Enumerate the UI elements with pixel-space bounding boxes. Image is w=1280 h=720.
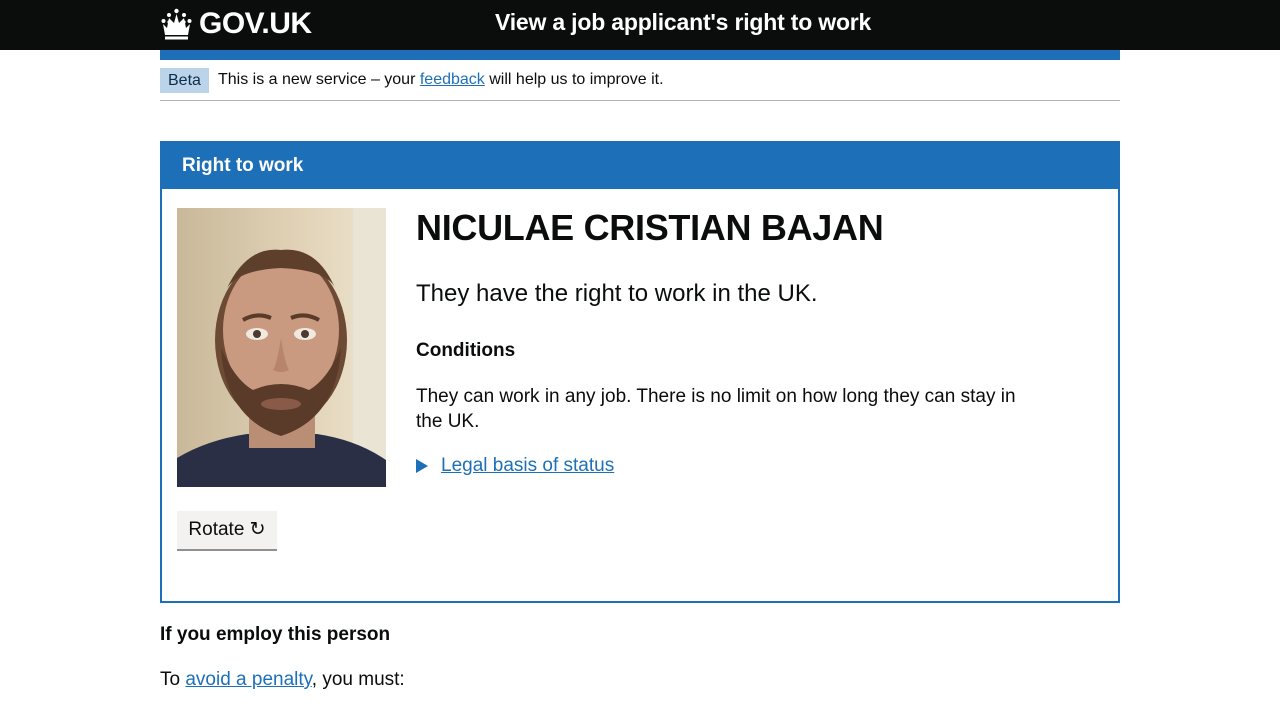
employ-text: To avoid a penalty, you must: — [160, 669, 405, 691]
legal-basis-details[interactable]: Legal basis of status — [416, 455, 614, 477]
avoid-penalty-link[interactable]: avoid a penalty — [185, 669, 311, 690]
right-to-work-status: They have the right to work in the UK. — [416, 280, 818, 307]
applicant-name: NICULAE CRISTIAN BAJAN — [416, 207, 884, 248]
portrait-image — [177, 208, 386, 487]
logo-text: GOV.UK — [199, 7, 312, 40]
crown-icon — [161, 8, 192, 40]
conditions-text: They can work in any job. There is no li… — [416, 386, 1016, 432]
phase-banner-text: This is a new service – your feedback wi… — [218, 70, 664, 90]
employ-heading: If you employ this person — [160, 624, 391, 645]
phase-text-before: This is a new service – your — [218, 71, 416, 88]
legal-basis-link[interactable]: Legal basis of status — [441, 455, 614, 477]
feedback-link[interactable]: feedback — [420, 71, 485, 88]
phase-text-after: will help us to improve it. — [489, 71, 664, 88]
site-header: GOV.UK View a job applicant's right to w… — [0, 0, 1280, 50]
phase-tag: Beta — [160, 68, 209, 93]
employ-text-after: , you must: — [311, 669, 405, 690]
phase-banner: Beta This is a new service – your feedba… — [160, 66, 1120, 101]
right-to-work-card: Right to work Rotate ↻ NICULAE CRISTIAN … — [160, 141, 1120, 603]
header-stripe — [160, 50, 1120, 60]
conditions-heading: Conditions — [416, 340, 516, 361]
card-heading: Right to work — [162, 143, 1118, 189]
employ-text-before: To — [160, 669, 181, 690]
triangle-right-icon[interactable] — [416, 459, 428, 473]
applicant-photo — [177, 208, 386, 487]
rotate-button[interactable]: Rotate ↻ — [177, 511, 277, 551]
service-name[interactable]: View a job applicant's right to work — [495, 9, 871, 36]
govuk-logo-link[interactable]: GOV.UK — [160, 6, 312, 42]
